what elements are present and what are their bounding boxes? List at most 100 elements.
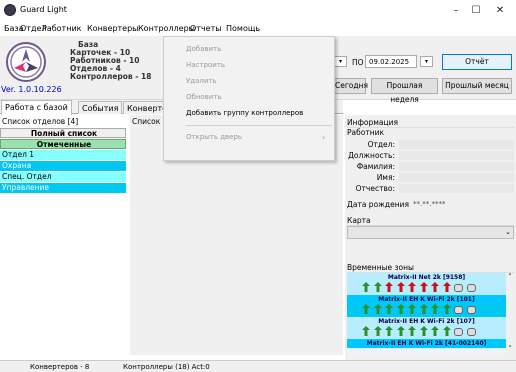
menu-item-add[interactable]: Добавить [164,42,334,57]
birth-label: Дата рождения [347,200,409,209]
toggle-icon[interactable] [466,306,476,314]
patronymic-label: Отчество: [355,184,395,193]
green-arrow-icon [408,304,417,314]
green-arrow-icon [431,326,440,336]
from-date-dropdown[interactable]: ▾ [334,56,347,67]
status-controllers: Контроллеры (18) Act:0 [123,363,210,371]
status-converters: Конвертеров - 8 [30,363,90,371]
menu-item-delete[interactable]: Удалить [164,74,334,89]
dept-item[interactable]: Отдел 1 [0,150,126,160]
green-arrow-icon [442,304,451,314]
green-arrow-icon [419,326,428,336]
list-label: Список [132,117,161,126]
zone-name: Matrix-II EH K Wi-Fi 2k [107] [347,317,506,326]
firstname-value [399,173,514,182]
dept-item[interactable]: Управление [0,183,126,193]
red-arrow-icon [442,282,451,292]
green-arrow-icon [408,326,417,336]
status-bar: Конвертеров - 8 Контроллеры (18) Act:0 [0,360,516,372]
menu-help[interactable]: Помощь [226,24,260,33]
zone-row[interactable] [347,326,506,339]
last-week-button[interactable]: Прошлая неделя [371,78,438,104]
base-stats: База Карточек - 10 Работников - 10 Отдел… [70,41,151,81]
tab-events[interactable]: События [78,101,123,114]
marked-button[interactable]: Отмеченные [0,139,126,149]
position-label: Должность: [348,151,395,160]
green-arrow-icon [385,326,394,336]
green-arrow-icon [442,326,451,336]
green-arrow-icon [396,326,405,336]
zones-scrollbar[interactable]: ˄ ˅ [506,273,514,353]
green-arrow-icon [362,326,370,336]
window-title: Guard Light [20,5,67,14]
dept-label: Отдел: [367,140,395,149]
dept-panel: Список отделов [4] Полный список Отмечен… [0,115,128,355]
zone-name: Matrix-II EH K Wi-Fi 2k [41-002140] [347,339,506,348]
zone-row[interactable] [347,282,506,295]
green-arrow-icon [431,304,440,314]
menu-controllers[interactable]: Контроллеры [138,24,195,33]
stats-controllers: Контроллеров - 18 [70,72,152,81]
menu-bar: База Отдел Работник Конвертеры Контролле… [0,22,516,36]
today-button[interactable]: Сегодня [334,78,368,94]
green-arrow-icon [362,282,370,292]
menu-worker[interactable]: Работник [42,24,81,33]
birth-value: **.**.**** [413,200,446,208]
guard-logo-icon [6,42,46,82]
green-arrow-icon [373,326,382,336]
lastname-value [399,162,514,171]
minimize-button[interactable]: – [446,4,466,18]
menu-reports[interactable]: Отчеты [190,24,222,33]
green-arrow-icon [419,304,428,314]
dept-item[interactable]: Охрана [0,161,126,171]
red-arrow-icon [431,282,440,292]
zone-name: Matrix-II EH K Wi-Fi 2k [101] [347,295,506,304]
info-panel: Информация Работник Отдел: Должность: Фа… [345,115,516,360]
zone-name: Matrix-II Net 2k [9158] [347,273,506,282]
menu-separator [186,125,332,126]
dept-value [399,140,514,149]
green-arrow-icon [362,304,370,314]
to-label: ПО [352,58,364,67]
green-arrow-icon [373,304,382,314]
firstname-label: Имя: [376,173,395,182]
title-bar: Guard Light – ☐ ✕ [0,0,516,22]
menu-converters[interactable]: Конвертеры [87,24,139,33]
close-button[interactable]: ✕ [490,4,510,18]
menu-item-open-door[interactable]: Открыть дверь [164,130,334,145]
menu-item-configure[interactable]: Настроить [164,58,334,73]
maximize-button[interactable]: ☐ [466,4,486,18]
zone-row[interactable] [347,304,506,317]
info-title: Информация [347,118,514,128]
worker-section-label: Работник [347,128,385,137]
menu-item-refresh[interactable]: Обновить [164,90,334,105]
to-date-field[interactable]: 09.02.2025 [365,55,417,68]
map-select[interactable]: ⌄ [347,226,514,239]
toggle-icon[interactable] [454,284,464,292]
red-arrow-icon [385,282,394,292]
full-list-button[interactable]: Полный список [0,128,126,138]
report-button[interactable]: Отчёт [442,54,512,70]
controllers-menu: Добавить Настроить Удалить Обновить Доба… [163,36,335,161]
submenu-arrow-icon: › [322,133,326,142]
toggle-icon[interactable] [466,284,476,292]
red-arrow-icon [408,282,417,292]
guard-emblem-icon [10,46,42,78]
last-month-button[interactable]: Прошлый месяц [442,78,512,94]
lastname-label: Фамилия: [356,162,395,171]
patronymic-value [399,184,514,193]
zones-list: Matrix-II Net 2k [9158] Matrix-II EH K W… [347,273,506,353]
toggle-icon[interactable] [466,328,476,336]
green-arrow-icon [373,282,382,292]
toggle-icon[interactable] [454,306,464,314]
to-date-dropdown[interactable]: ▾ [420,56,433,67]
dept-item[interactable]: Спец. Отдел [0,172,126,182]
toggle-icon[interactable] [454,328,464,336]
menu-item-add-group[interactable]: Добавить группу контроллеров [164,106,334,121]
dept-list-header: Список отделов [4] [2,117,79,126]
tab-base[interactable]: Работа с базой [1,100,72,115]
position-value [399,151,514,160]
green-arrow-icon [385,304,394,314]
zones-title: Временные зоны [347,263,514,273]
red-arrow-icon [396,282,405,292]
